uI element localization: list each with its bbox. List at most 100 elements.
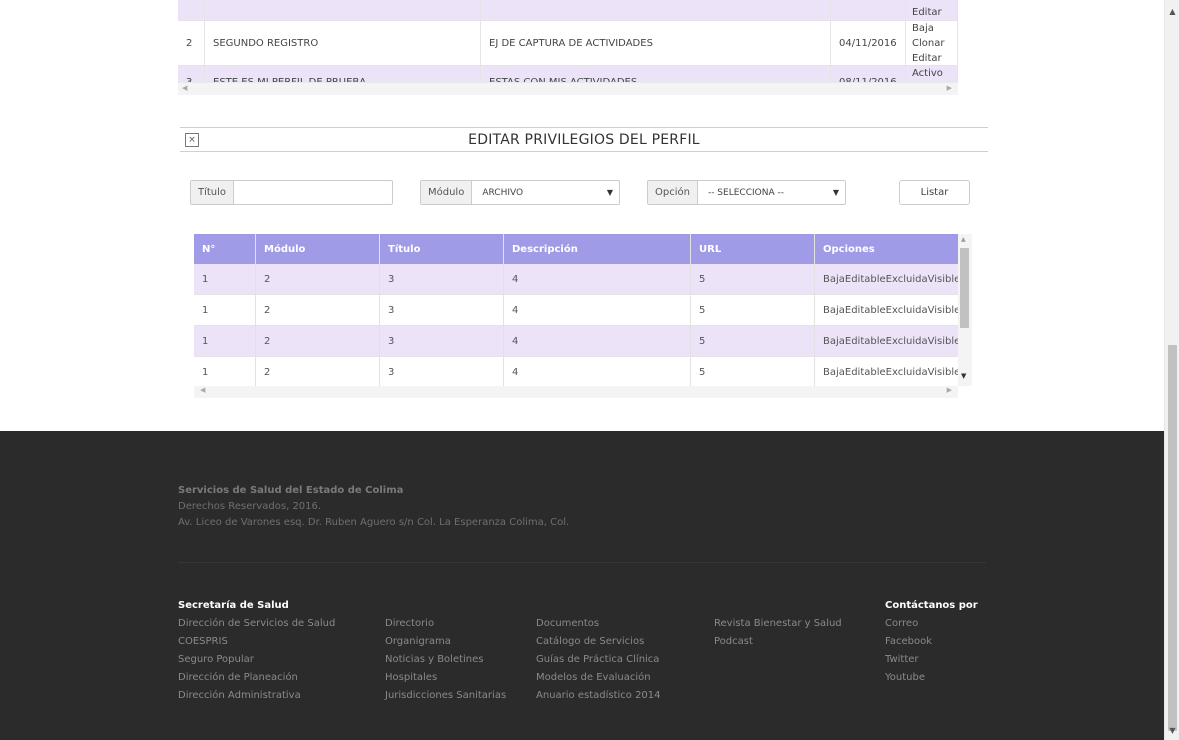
modulo-select[interactable]: ARCHIVO: [472, 181, 601, 204]
scroll-left-icon[interactable]: ◀: [182, 84, 187, 92]
header-number: N°: [194, 234, 256, 264]
cell-titulo: 3: [380, 264, 504, 294]
cell-url: 5: [691, 295, 815, 325]
cell-url: 5: [691, 357, 815, 387]
footer-link[interactable]: Catálogo de Servicios: [536, 633, 661, 651]
footer-link[interactable]: Modelos de Evaluación: [536, 669, 661, 687]
cell-modulo: 2: [256, 295, 380, 325]
footer-link[interactable]: Dirección de Servicios de Salud: [178, 615, 335, 633]
row-date: [831, 0, 906, 20]
footer-link[interactable]: Seguro Popular: [178, 651, 335, 669]
footer-col-2: Directorio Organigrama Noticias y Boleti…: [385, 615, 506, 705]
header-url: URL: [691, 234, 815, 264]
cell-opciones[interactable]: BajaEditableExcluidaVisible: [815, 264, 960, 294]
header-opciones: Opciones: [823, 243, 875, 255]
cell-url: 5: [691, 326, 815, 356]
footer-col-secretaria: Secretaría de Salud Dirección de Servici…: [178, 597, 335, 705]
footer-link[interactable]: Organigrama: [385, 633, 506, 651]
footer-link[interactable]: Twitter: [885, 651, 978, 669]
footer-link[interactable]: Dirección Administrativa: [178, 687, 335, 705]
scroll-down-icon[interactable]: ▼: [1165, 723, 1179, 738]
activo-link[interactable]: Activo: [912, 66, 943, 81]
modulo-filter: Módulo ARCHIVO ▼: [420, 180, 620, 205]
opcion-label: Opción: [648, 181, 698, 204]
scroll-up-icon[interactable]: ▲: [1165, 4, 1179, 19]
horizontal-scrollbar[interactable]: ◀ ▶: [194, 386, 958, 398]
titulo-input[interactable]: [234, 181, 392, 204]
baja-clonar-link[interactable]: Baja Clonar: [912, 21, 951, 51]
row-name: SEGUNDO REGISTRO: [205, 21, 481, 65]
scrollbar-thumb[interactable]: [1168, 345, 1177, 731]
header-descripcion: Descripción: [504, 234, 691, 264]
footer-link[interactable]: Podcast: [714, 633, 842, 651]
footer-link[interactable]: Anuario estadístico 2014: [536, 687, 661, 705]
listar-button[interactable]: Listar: [899, 180, 970, 205]
cell-modulo: 2: [256, 264, 380, 294]
footer-org-info: Servicios de Salud del Estado de Colima …: [178, 483, 569, 531]
footer-link[interactable]: Directorio: [385, 615, 506, 633]
scroll-right-icon[interactable]: ▶: [947, 84, 952, 92]
rights-text: Derechos Reservados, 2016.: [178, 501, 322, 512]
scroll-right-icon[interactable]: ▶: [947, 386, 952, 394]
cell-opciones[interactable]: BajaEditableExcluidaVisible: [815, 357, 960, 387]
chevron-down-icon[interactable]: ▼: [601, 181, 619, 204]
opcion-select[interactable]: -- SELECCIONA --: [698, 181, 827, 204]
cell-number: 1: [194, 357, 256, 387]
vertical-scrollbar[interactable]: ▲ ▼: [958, 234, 972, 386]
scroll-up-icon[interactable]: ▲: [961, 236, 966, 243]
cell-descripcion: 4: [504, 295, 691, 325]
footer-heading: Secretaría de Salud: [178, 600, 289, 611]
chevron-down-icon[interactable]: ▼: [827, 181, 845, 204]
footer-divider: [178, 562, 986, 563]
table-row: 1 2 3 4 5 BajaEditableExcluidaVisible: [194, 264, 960, 295]
scrollbar-thumb[interactable]: [960, 248, 969, 328]
footer-link[interactable]: Guías de Práctica Clínica: [536, 651, 661, 669]
cell-number: 1: [194, 295, 256, 325]
cell-opciones[interactable]: BajaEditableExcluidaVisible: [815, 326, 960, 356]
row-actions: Activo: [906, 66, 958, 81]
cell-descripcion: 4: [504, 357, 691, 387]
cell-modulo: 2: [256, 357, 380, 387]
row-date: 04/11/2016: [831, 21, 906, 65]
cell-titulo: 3: [380, 326, 504, 356]
header-titulo: Título: [380, 234, 504, 264]
scroll-left-icon[interactable]: ◀: [200, 386, 205, 394]
cell-titulo: 3: [380, 357, 504, 387]
cell-descripcion: 4: [504, 326, 691, 356]
horizontal-scrollbar[interactable]: ◀ ▶: [178, 82, 958, 95]
table-row: Editar: [178, 0, 958, 21]
cell-opciones[interactable]: BajaEditableExcluidaVisible: [815, 295, 960, 325]
footer-link[interactable]: Noticias y Boletines: [385, 651, 506, 669]
row-actions: Editar: [906, 0, 958, 20]
titulo-label: Título: [191, 181, 235, 204]
scroll-down-icon[interactable]: ▼: [961, 372, 966, 380]
row-number: [178, 0, 205, 20]
row-description: EJ DE CAPTURA DE ACTIVIDADES: [481, 21, 831, 65]
cell-descripcion: 4: [504, 264, 691, 294]
footer-link[interactable]: Revista Bienestar y Salud: [714, 615, 842, 633]
footer-link[interactable]: Hospitales: [385, 669, 506, 687]
row-number: 2: [178, 21, 205, 65]
edit-link[interactable]: Editar: [912, 51, 942, 66]
footer-link[interactable]: Youtube: [885, 669, 978, 687]
table-row: 1 2 3 4 5 BajaEditableExcluidaVisible: [194, 295, 960, 326]
privileges-table: N° Módulo Título Descripción URL Opcione…: [194, 234, 972, 400]
cell-url: 5: [691, 264, 815, 294]
footer-link[interactable]: Correo: [885, 615, 978, 633]
footer-link[interactable]: COESPRIS: [178, 633, 335, 651]
site-footer: Servicios de Salud del Estado de Colima …: [0, 431, 1164, 740]
edit-link[interactable]: Editar: [912, 0, 942, 20]
footer-link[interactable]: Dirección de Planeación: [178, 669, 335, 687]
cell-modulo: 2: [256, 326, 380, 356]
address-text: Av. Liceo de Varones esq. Dr. Ruben Ague…: [178, 517, 570, 528]
footer-link[interactable]: Documentos: [536, 615, 661, 633]
cell-number: 1: [194, 326, 256, 356]
footer-link[interactable]: Jurisdicciones Sanitarias: [385, 687, 506, 705]
table-row: 1 2 3 4 5 BajaEditableExcluidaVisible: [194, 357, 960, 388]
page-scrollbar[interactable]: ▲ ▼: [1164, 0, 1179, 740]
org-name: Servicios de Salud del Estado de Colima: [178, 485, 404, 496]
footer-col-contact: Contáctanos por Correo Facebook Twitter …: [885, 597, 978, 687]
footer-heading: Contáctanos por: [885, 600, 978, 611]
cell-titulo: 3: [380, 295, 504, 325]
footer-link[interactable]: Facebook: [885, 633, 978, 651]
